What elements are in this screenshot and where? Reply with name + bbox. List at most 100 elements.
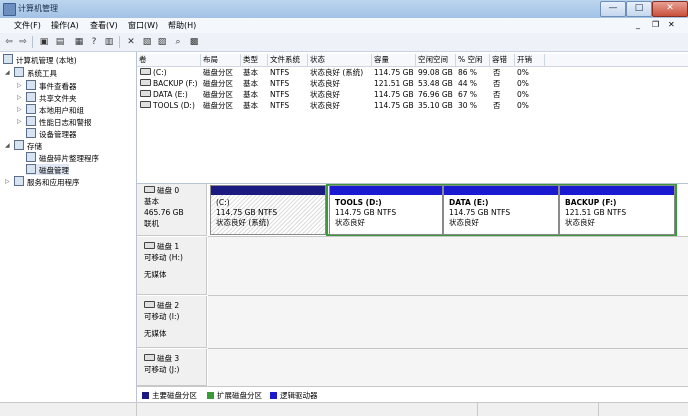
disk-1-label[interactable]: 磁盘 1 可移动 (H:) 无媒体 xyxy=(137,237,207,295)
disk-0-type: 基本 xyxy=(144,197,159,206)
tree-item-disk-management[interactable]: 磁盘管理 xyxy=(26,164,69,175)
drive-icon xyxy=(140,68,151,75)
column-header-free-space[interactable]: 空闲空间 xyxy=(416,54,456,66)
disk-1-type: 可移动 (H:) xyxy=(144,253,183,262)
menu-file[interactable]: 文件(F) xyxy=(14,20,41,31)
list-view-icon[interactable]: ▥ xyxy=(103,36,115,48)
column-header-status[interactable]: 状态 xyxy=(308,54,372,66)
layout-cell: 磁盘分区 xyxy=(203,79,233,88)
partition-label: BACKUP (F:) xyxy=(565,198,617,207)
type-cell: 基本 xyxy=(243,68,258,77)
free-space-cell: 99.08 GB xyxy=(418,68,453,77)
disk-0-size: 465.76 GB xyxy=(144,208,184,217)
status-cell: 状态良好 xyxy=(310,79,340,88)
disk-2-type: 可移动 (I:) xyxy=(144,312,180,321)
partition-e[interactable]: DATA (E:) 114.75 GB NTFS 状态良好 xyxy=(443,185,559,235)
free-space-cell: 35.10 GB xyxy=(418,101,453,110)
expand-icon[interactable]: ▷ xyxy=(17,104,22,115)
mdi-minimize-button[interactable]: _ xyxy=(636,20,640,29)
expand-icon[interactable]: ▷ xyxy=(17,92,22,103)
volume-cell: DATA (E:) xyxy=(140,90,188,100)
help-icon[interactable]: ? xyxy=(88,36,100,48)
disk-0-label[interactable]: 磁盘 0 基本 465.76 GB 联机 xyxy=(137,184,207,236)
show-hide-tree-icon[interactable]: ▤ xyxy=(54,36,66,48)
fault-tolerance-cell: 否 xyxy=(493,79,501,88)
settings-icon[interactable]: ▩ xyxy=(188,36,200,48)
event-viewer-icon xyxy=(26,80,36,90)
tree-label: 事件查看器 xyxy=(39,82,77,91)
overhead-cell: 0% xyxy=(517,79,529,88)
storage-icon xyxy=(14,140,24,150)
tree-item-storage[interactable]: 存储 xyxy=(14,140,42,151)
tree-item-defrag[interactable]: 磁盘碎片整理程序 xyxy=(26,152,99,163)
properties-icon[interactable]: ▦ xyxy=(73,36,85,48)
type-cell: 基本 xyxy=(243,90,258,99)
tree-label: 服务和应用程序 xyxy=(27,178,80,187)
minimize-button[interactable]: — xyxy=(600,1,626,17)
tree-item-services[interactable]: 服务和应用程序 xyxy=(14,176,80,187)
column-header-fault-tolerance[interactable]: 容错 xyxy=(490,54,515,66)
volume-list: 卷 布局 类型 文件系统 状态 容量 空闲空间 % 空闲 容错 开销 (C:) … xyxy=(137,52,688,185)
primary-swatch xyxy=(142,392,149,399)
collapse-icon[interactable]: ◢ xyxy=(5,67,10,78)
expand-icon[interactable]: ▷ xyxy=(17,116,22,127)
back-arrow-icon[interactable]: ⇦ xyxy=(3,36,15,48)
menu-action[interactable]: 操作(A) xyxy=(51,20,79,31)
column-header-type[interactable]: 类型 xyxy=(241,54,268,66)
partition-bar xyxy=(330,186,442,195)
mdi-restore-button[interactable]: ❐ xyxy=(652,20,659,29)
collapse-icon[interactable]: ◢ xyxy=(5,140,10,151)
column-header-overhead[interactable]: 开销 xyxy=(515,54,545,66)
maximize-button[interactable]: □ xyxy=(626,1,652,17)
drive-icon xyxy=(140,101,151,108)
partition-d[interactable]: TOOLS (D:) 114.75 GB NTFS 状态良好 xyxy=(329,185,443,235)
open-icon[interactable]: ▨ xyxy=(156,36,168,48)
status-section xyxy=(0,403,137,416)
column-header-layout[interactable]: 布局 xyxy=(201,54,241,66)
tree-item-local-users[interactable]: 本地用户和组 xyxy=(26,104,84,115)
delete-icon[interactable]: ✕ xyxy=(125,36,137,48)
status-section xyxy=(478,403,599,416)
fault-tolerance-cell: 否 xyxy=(493,90,501,99)
disk-1-name: 磁盘 1 xyxy=(144,241,206,252)
action-icon[interactable]: ▧ xyxy=(141,36,153,48)
expand-icon[interactable]: ▷ xyxy=(5,176,10,187)
menu-view[interactable]: 查看(V) xyxy=(90,20,118,31)
menu-help[interactable]: 帮助(H) xyxy=(168,20,196,31)
close-button[interactable]: ✕ xyxy=(652,1,688,17)
computer-icon xyxy=(3,54,13,64)
mdi-close-button[interactable]: ✕ xyxy=(668,20,675,29)
tree-label: 设备管理器 xyxy=(39,130,77,139)
partition-size: 114.75 GB NTFS xyxy=(216,208,278,217)
tree-item-system-tools[interactable]: 系统工具 xyxy=(14,67,57,78)
search-icon[interactable]: ⌕ xyxy=(172,36,184,48)
menu-bar: 文件(F) 操作(A) 查看(V) 窗口(W) 帮助(H) _ ❐ ✕ xyxy=(0,18,688,34)
status-cell: 状态良好 xyxy=(310,90,340,99)
column-header-capacity[interactable]: 容量 xyxy=(372,54,416,66)
percent-free-cell: 44 % xyxy=(458,79,478,88)
overhead-cell: 0% xyxy=(517,68,529,77)
forward-arrow-icon[interactable]: ⇨ xyxy=(17,36,29,48)
type-cell: 基本 xyxy=(243,79,258,88)
up-folder-icon[interactable]: ▣ xyxy=(38,36,50,48)
legend: 主要磁盘分区 扩展磁盘分区 逻辑驱动器 xyxy=(137,386,688,401)
column-header-percent-free[interactable]: % 空闲 xyxy=(456,54,490,66)
column-header-filesystem[interactable]: 文件系统 xyxy=(268,54,308,66)
tree-root[interactable]: 计算机管理 (本地) xyxy=(3,54,77,65)
legend-primary: 主要磁盘分区 xyxy=(142,390,197,401)
menu-window[interactable]: 窗口(W) xyxy=(128,20,158,31)
percent-free-cell: 67 % xyxy=(458,90,478,99)
tree-item-event-viewer[interactable]: 事件查看器 xyxy=(26,80,77,91)
column-header-volume[interactable]: 卷 xyxy=(137,54,201,66)
disk-3-label[interactable]: 磁盘 3 可移动 (J:) xyxy=(137,349,207,386)
disk-2-label[interactable]: 磁盘 2 可移动 (I:) 无媒体 xyxy=(137,296,207,348)
expand-icon[interactable]: ▷ xyxy=(17,80,22,91)
partition-f[interactable]: BACKUP (F:) 121.51 GB NTFS 状态良好 xyxy=(559,185,675,235)
overhead-cell: 0% xyxy=(517,101,529,110)
disk-3-name: 磁盘 3 xyxy=(144,353,206,364)
tree-item-device-manager[interactable]: 设备管理器 xyxy=(26,128,77,139)
tree-item-shared-folders[interactable]: 共享文件夹 xyxy=(26,92,77,103)
defrag-icon xyxy=(26,152,36,162)
partition-c[interactable]: (C:) 114.75 GB NTFS 状态良好 (系统) xyxy=(210,185,326,235)
tree-item-perf-logs[interactable]: 性能日志和警报 xyxy=(26,116,92,127)
